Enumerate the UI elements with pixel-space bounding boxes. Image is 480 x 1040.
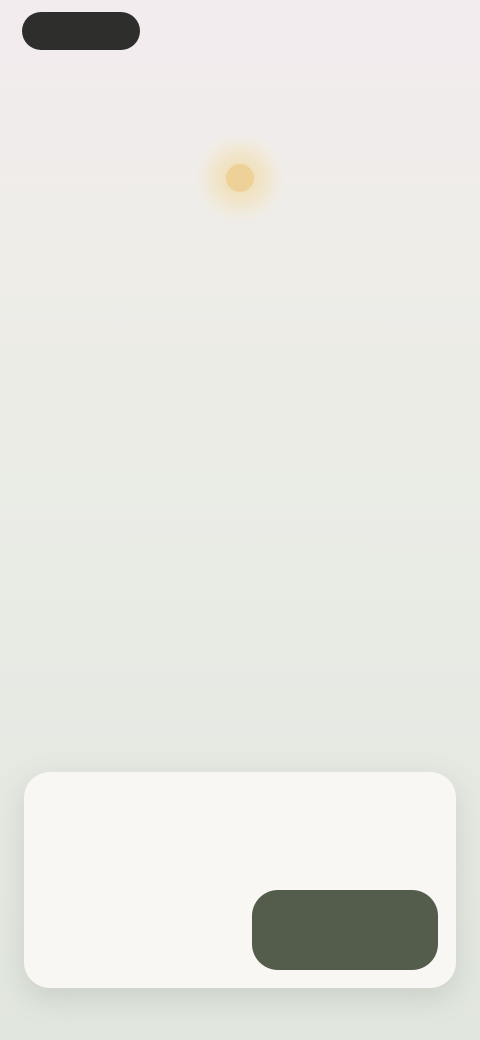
primary-button[interactable] — [252, 890, 438, 970]
confirmation-sheet — [24, 772, 456, 988]
list-item[interactable] — [26, 480, 458, 532]
top-bar — [0, 0, 480, 64]
back-button[interactable] — [22, 12, 140, 50]
list-item[interactable] — [26, 564, 458, 616]
list-item[interactable] — [26, 396, 458, 448]
secondary-button[interactable] — [54, 886, 234, 966]
sun-icon — [190, 128, 290, 228]
